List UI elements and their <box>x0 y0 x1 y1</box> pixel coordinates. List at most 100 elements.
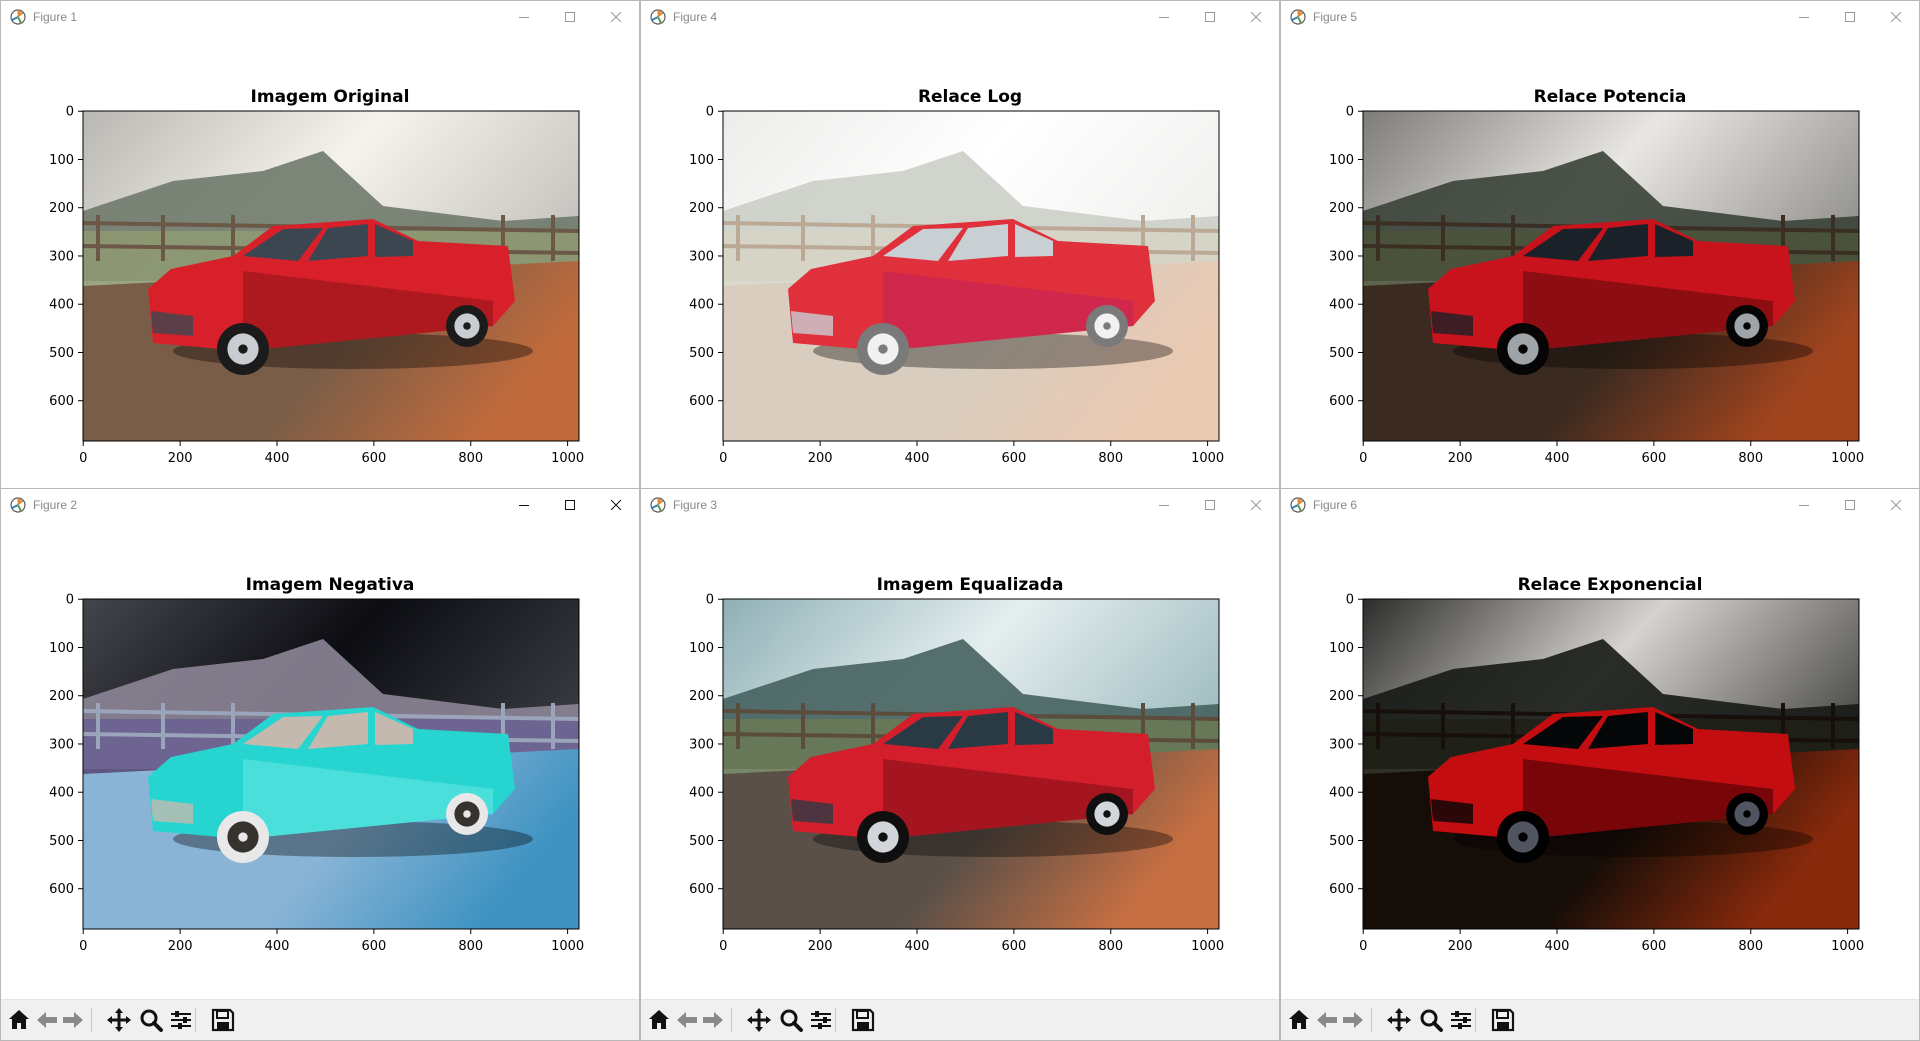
configure-subplots-button[interactable] <box>807 1006 835 1034</box>
forward-arrow-button[interactable] <box>1339 1006 1367 1034</box>
maximize-icon <box>565 11 575 22</box>
window-title: Figure 6 <box>1313 497 1358 512</box>
zoom-button[interactable] <box>137 1006 165 1034</box>
maximize-button[interactable] <box>547 489 593 520</box>
maximize-button[interactable] <box>1187 1 1233 32</box>
image-axes[interactable] <box>83 111 579 441</box>
home-button[interactable] <box>645 1006 673 1034</box>
image-axes[interactable] <box>1363 599 1859 929</box>
figure-window-6[interactable]: Figure 6 Relace Exponencial 0 100 200 300 40… <box>1280 488 1920 1041</box>
window-title-bar[interactable]: Figure 5 <box>1281 1 1919 32</box>
minimize-button[interactable] <box>501 489 547 520</box>
maximize-icon <box>1845 11 1855 22</box>
minimize-button[interactable] <box>1781 1 1827 32</box>
figure-window-5[interactable]: Figure 5 Relace Potencia 0 100 200 300 400 50… <box>1280 0 1920 490</box>
matplotlib-figure-icon <box>10 8 26 25</box>
minimize-button[interactable] <box>1141 1 1187 32</box>
image-axes[interactable] <box>723 111 1219 441</box>
plot-svg: Imagem Negativa 0 100 200 300 400 500 600 0 200… <box>49 575 584 954</box>
minimize-icon <box>1159 504 1169 506</box>
close-button[interactable] <box>1233 489 1279 520</box>
zoom-button[interactable] <box>777 1006 805 1034</box>
x-tick-label: 0 <box>1359 451 1367 466</box>
configure-subplots-button[interactable] <box>1447 1006 1475 1034</box>
back-arrow-icon <box>1317 1012 1337 1028</box>
x-tick-label: 200 <box>1448 939 1473 954</box>
figure-window-1[interactable]: Figure 1 Imagem Original 0 100 200 300 400 50… <box>0 0 640 490</box>
figure-window-3[interactable]: Figure 3 Imagem Equalizada 0 100 200 300 400… <box>640 488 1280 1041</box>
close-button[interactable] <box>593 489 639 520</box>
close-button[interactable] <box>1873 489 1919 520</box>
image-axes[interactable] <box>723 599 1219 929</box>
close-icon <box>1891 499 1901 510</box>
y-tick-label: 600 <box>689 882 714 897</box>
y-tick-label: 400 <box>1329 298 1354 313</box>
window-title-bar[interactable]: Figure 4 <box>641 1 1279 32</box>
window-title-bar[interactable]: Figure 1 <box>1 1 639 32</box>
x-tick-label: 1000 <box>551 939 584 954</box>
y-tick-label: 200 <box>1329 689 1354 704</box>
back-arrow-button[interactable] <box>673 1006 701 1034</box>
x-tick-label: 0 <box>719 451 727 466</box>
back-arrow-button[interactable] <box>1313 1006 1341 1034</box>
y-tick-label: 0 <box>1346 593 1354 608</box>
save-button[interactable] <box>209 1006 237 1034</box>
x-tick-label: 200 <box>168 451 193 466</box>
y-tick-label: 100 <box>49 641 74 656</box>
window-title-bar[interactable]: Figure 3 <box>641 489 1279 520</box>
home-button[interactable] <box>1285 1006 1313 1034</box>
minimize-icon <box>1799 504 1809 506</box>
minimize-button[interactable] <box>1781 489 1827 520</box>
figure-canvas[interactable]: Imagem Equalizada 0 100 200 300 400 500 600 0 2… <box>641 520 1279 977</box>
plot-title: Relace Exponencial <box>1518 575 1703 595</box>
image-axes[interactable] <box>83 599 579 929</box>
window-title-bar[interactable]: Figure 6 <box>1281 489 1919 520</box>
forward-arrow-button[interactable] <box>59 1006 87 1034</box>
toolbar-separator <box>835 1008 836 1032</box>
figure-canvas[interactable]: Relace Log 0 100 200 300 400 500 600 0 200 400 60… <box>641 32 1279 489</box>
x-tick-label: 600 <box>1641 451 1666 466</box>
y-tick-label: 300 <box>689 249 714 264</box>
figure-window-2[interactable]: Figure 2 Imagem Negativa 0 100 200 300 400 50… <box>0 488 640 1041</box>
x-tick-label: 600 <box>1001 451 1026 466</box>
y-tick-label: 500 <box>49 346 74 361</box>
back-arrow-icon <box>37 1012 57 1028</box>
window-title-bar[interactable]: Figure 2 <box>1 489 639 520</box>
figure-canvas[interactable]: Relace Potencia 0 100 200 300 400 500 600 0 200… <box>1281 32 1919 489</box>
figure-canvas[interactable]: Imagem Original 0 100 200 300 400 500 600 0 200… <box>1 32 639 489</box>
zoom-button[interactable] <box>1417 1006 1445 1034</box>
maximize-button[interactable] <box>1827 489 1873 520</box>
close-button[interactable] <box>1873 1 1919 32</box>
save-button[interactable] <box>1489 1006 1517 1034</box>
figure-canvas[interactable]: Imagem Negativa 0 100 200 300 400 500 600 0 200… <box>1 520 639 977</box>
maximize-button[interactable] <box>547 1 593 32</box>
maximize-button[interactable] <box>1827 1 1873 32</box>
matplotlib-figure-icon <box>1290 8 1306 25</box>
configure-subplots-button[interactable] <box>167 1006 195 1034</box>
home-button[interactable] <box>5 1006 33 1034</box>
minimize-button[interactable] <box>1141 489 1187 520</box>
forward-arrow-button[interactable] <box>699 1006 727 1034</box>
image-display <box>1363 599 1859 929</box>
y-tick-label: 500 <box>1329 346 1354 361</box>
save-button[interactable] <box>849 1006 877 1034</box>
plot-title: Imagem Original <box>251 87 410 107</box>
close-button[interactable] <box>593 1 639 32</box>
back-arrow-button[interactable] <box>33 1006 61 1034</box>
x-tick-label: 400 <box>905 451 930 466</box>
x-tick-label: 0 <box>1359 939 1367 954</box>
maximize-button[interactable] <box>1187 489 1233 520</box>
x-axis: 0 200 400 600 800 1000 <box>79 441 584 466</box>
pan-button[interactable] <box>745 1006 773 1034</box>
plot-title: Relace Log <box>918 87 1022 107</box>
minimize-button[interactable] <box>501 1 547 32</box>
image-axes[interactable] <box>1363 111 1859 441</box>
close-button[interactable] <box>1233 1 1279 32</box>
y-tick-label: 0 <box>706 593 714 608</box>
matplotlib-figure-icon <box>10 496 26 513</box>
pan-button[interactable] <box>105 1006 133 1034</box>
figure-canvas[interactable]: Relace Exponencial 0 100 200 300 400 500 600 0… <box>1281 520 1919 977</box>
x-tick-label: 800 <box>458 939 483 954</box>
pan-button[interactable] <box>1385 1006 1413 1034</box>
figure-window-4[interactable]: Figure 4 Relace Log 0 100 200 300 400 500 600 … <box>640 0 1280 490</box>
